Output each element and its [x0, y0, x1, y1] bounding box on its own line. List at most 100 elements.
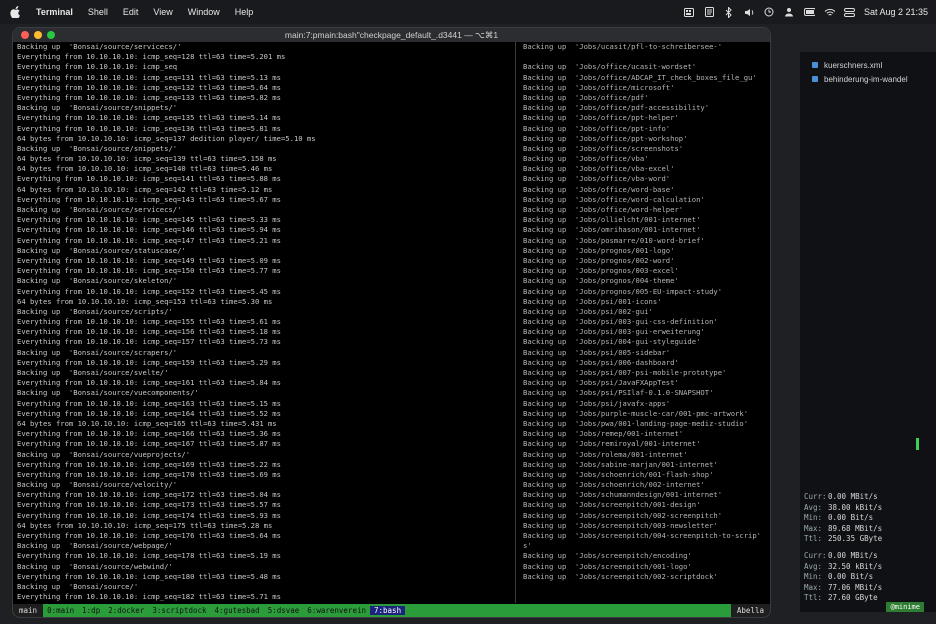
terminal-line: Everything from 10.10.10.10: icmp_seq=14…: [17, 215, 281, 225]
menu-edit[interactable]: Edit: [123, 7, 139, 17]
terminal-line: Backing up 'Jobs/schumanndesign/001-inte…: [523, 490, 723, 500]
pane-divider[interactable]: [515, 42, 516, 603]
file-icon: [812, 62, 818, 68]
terminal-line: Backing up 'Jobs/office/vba-word': [523, 174, 671, 184]
terminal-line: Everything from 10.10.10.10: icmp_seq=17…: [17, 510, 281, 520]
file-name: behinderung-im-wandel: [824, 74, 908, 84]
battery-icon[interactable]: [803, 7, 815, 17]
terminal-line: Backing up 'Jobs/office/vba': [523, 154, 649, 164]
user-icon[interactable]: [784, 7, 795, 17]
terminal-line: Backing up 'Jobs/office/vba-excel': [523, 164, 675, 174]
terminal-line: Backing up 'Jobs/remiroyal/001-internet': [523, 439, 701, 449]
tmux-window-tab[interactable]: 7:bash: [370, 606, 406, 615]
keyboard-icon[interactable]: [684, 7, 695, 17]
stat-key: Ttl:: [804, 593, 823, 602]
terminal-line: Everything from 10.10.10.10: icmp_seq=17…: [17, 500, 281, 510]
terminal-line: Everything from 10.10.10.10: icmp_seq=14…: [17, 225, 281, 235]
terminal-line: Backing up 'Jobs/psi/PSIlaf-0.1.0-SNAPSH…: [523, 388, 714, 398]
terminal-line: 64 bytes from 10.10.10.10: icmp_seq=153 …: [17, 296, 273, 306]
wifi-icon[interactable]: [824, 7, 835, 17]
title-bar[interactable]: main:7:pmain:bash"checkpage_default_.d34…: [13, 28, 770, 42]
menu-help[interactable]: Help: [235, 7, 254, 17]
terminal-line: Everything from 10.10.10.10: icmp_seq=15…: [17, 337, 281, 347]
terminal-line: Backing up 'Bonsai/source/vuecomponents/…: [17, 388, 199, 398]
terminal-line: Backing up 'Jobs/psi/007-psi-mobile-prot…: [523, 368, 727, 377]
tmux-window-tab[interactable]: 6:warenverein: [303, 606, 370, 615]
terminal-line: Backing up 'Jobs/prognos/005-EU-impact-s…: [523, 286, 723, 296]
terminal-line: Everything from 10.10.10.10: icmp_seq=14…: [17, 235, 281, 245]
terminal-line: Backing up 'Jobs/rolema/001-internet': [523, 449, 688, 459]
terminal-line: Backing up 'Jobs/office/ucasit-wordset': [523, 62, 697, 72]
terminal-line: Backing up 'Jobs/prognos/003-excel': [523, 266, 679, 276]
tmux-window-tab[interactable]: 1:dp: [78, 606, 104, 615]
terminal-line: Backing up 'Jobs/office/word-calculation…: [523, 194, 705, 204]
terminal-line: Backing up 'Jobs/omrihason/001-internet': [523, 225, 701, 235]
terminal-line: Backing up 'Jobs/office/pdf-accessibilit…: [523, 103, 710, 113]
right-terminal-pane[interactable]: Backing up 'Jobs/ucasit/pfl-to-schreiber…: [519, 42, 770, 603]
terminal-line: Everything from 10.10.10.10: icmp_seq=17…: [17, 469, 281, 479]
tmux-window-list: 0:main 1:dp 2:docker 3:scriptdock 4:gutesbad…: [43, 606, 406, 615]
control-center-icon[interactable]: [843, 7, 855, 17]
terminal-line: Backing up 'Jobs/prognos/002-word': [523, 255, 675, 265]
stat-value: 0.00 Bit/s: [828, 572, 874, 581]
terminal-line: Backing up 'Jobs/remep/001-internet': [523, 429, 684, 439]
terminal-line: Everything from 10.10.10.10: icmp_seq=18…: [17, 592, 281, 602]
terminal-line: Backing up 'Bonsai/source/scrapers/': [17, 347, 178, 357]
terminal-line: Backing up 'Jobs/office/word-base': [523, 184, 675, 194]
terminal-line: Backing up 'Jobs/office/word-helper': [523, 205, 684, 214]
stat-value: 89.68 MBit/s: [828, 523, 883, 533]
file-item[interactable]: kuerschners.xml: [812, 58, 908, 72]
terminal-line: Backing up 'Jobs/office/ADCAP_IT_check_b…: [523, 72, 757, 82]
terminal-line: Backing up 'Jobs/psi/005-sidebar': [523, 347, 671, 357]
terminal-line: Backing up 'Jobs/office/pdf': [523, 92, 649, 102]
terminal-line: Everything from 10.10.10.10: icmp_seq=13…: [17, 113, 281, 123]
terminal-line: Backing up 'Jobs/office/microsoft': [523, 82, 675, 92]
window-title: main:7:pmain:bash"checkpage_default_.d34…: [284, 30, 499, 40]
tmux-window-tab[interactable]: 5:dsvae: [264, 606, 304, 615]
terminal-line: 64 bytes from 10.10.10.10: icmp_seq=139 …: [17, 154, 277, 164]
menu-app-name[interactable]: Terminal: [36, 7, 73, 17]
terminal-line: 64 bytes from 10.10.10.10: icmp_seq=142 …: [17, 184, 273, 194]
terminal-line: Backing up 'Jobs/screenpitch/001-logo': [523, 561, 692, 571]
file-item[interactable]: behinderung-im-wandel: [812, 72, 908, 86]
terminal-line: Everything from 10.10.10.10: icmp_seq=13…: [17, 72, 281, 82]
menu-datetime[interactable]: Sat Aug 2 21:35: [864, 7, 928, 17]
stat-key: Max:: [804, 523, 823, 533]
tmux-window-tab[interactable]: 0:main: [43, 606, 78, 615]
bluetooth-icon[interactable]: [724, 6, 735, 18]
terminal-line: Backing up 'Jobs/psi/003-gui-erweiterung…: [523, 327, 705, 337]
activity-indicator: [916, 438, 919, 450]
terminal-line: Backing up 'Jobs/prognos/004-theme': [523, 276, 679, 286]
menu-shell[interactable]: Shell: [88, 7, 108, 17]
terminal-line: Everything from 10.10.10.10: icmp_seq=15…: [17, 357, 281, 367]
terminal-line: Backing up 'Bonsai/source/skeleton/': [17, 276, 178, 286]
terminal-line: Everything from 10.10.10.10: icmp_seq=15…: [17, 327, 281, 337]
tmux-window-tab[interactable]: 2:docker: [104, 606, 148, 615]
tmux-window-tab[interactable]: 3:scriptdock: [148, 606, 210, 615]
apple-menu-icon[interactable]: [10, 6, 24, 18]
terminal-line: Everything from 10.10.10.10: icmp_seq=17…: [17, 551, 281, 561]
menu-view[interactable]: View: [153, 7, 172, 17]
stat-key: Avg:: [804, 502, 823, 512]
terminal-line: Backing up 'Bonsai/source/scripts/': [17, 306, 173, 316]
stat-value: 0.00 Bit/s: [828, 513, 874, 522]
terminal-window[interactable]: main:7:pmain:bash"checkpage_default_.d34…: [13, 28, 770, 617]
terminal-line: Everything from 10.10.10.10: icmp_seq=17…: [17, 490, 281, 500]
tmux-window-tab[interactable]: 4:gutesbad: [211, 606, 264, 615]
terminal-line: Backing up 'Jobs/ucasit/pfl-to-schreiber…: [523, 42, 723, 51]
terminal-line: Backing up 'Bonsai/source/servicecs/': [17, 205, 182, 214]
terminal-line: Backing up 'Jobs/pwa/001-landing-page-me…: [523, 418, 749, 428]
menu-window[interactable]: Window: [188, 7, 220, 17]
document-icon[interactable]: [704, 7, 715, 17]
terminal-line: Backing up 'Bonsai/source/vueprojects/': [17, 449, 191, 459]
volume-icon[interactable]: [744, 7, 755, 17]
terminal-line: Backing up 'Jobs/psi/004-gui-styleguide': [523, 337, 701, 347]
terminal-line: Everything from 10.10.10.10: icmp_seq=16…: [17, 408, 281, 418]
clock-icon[interactable]: [764, 7, 775, 17]
terminal-line: Everything from 10.10.10.10: icmp_seq=14…: [17, 174, 281, 184]
terminal-line: Everything from 10.10.10.10: icmp_seq=16…: [17, 439, 281, 449]
left-terminal-pane[interactable]: Backing up 'Bonsai/source/servicecs/' Eve…: [13, 42, 513, 603]
stat-value: 77.06 MBit/s: [828, 582, 883, 592]
terminal-line: Everything from 10.10.10.10: icmp_seq=15…: [17, 317, 281, 327]
terminal-line: Backing up 'Bonsai/source/velocity/': [17, 480, 178, 490]
